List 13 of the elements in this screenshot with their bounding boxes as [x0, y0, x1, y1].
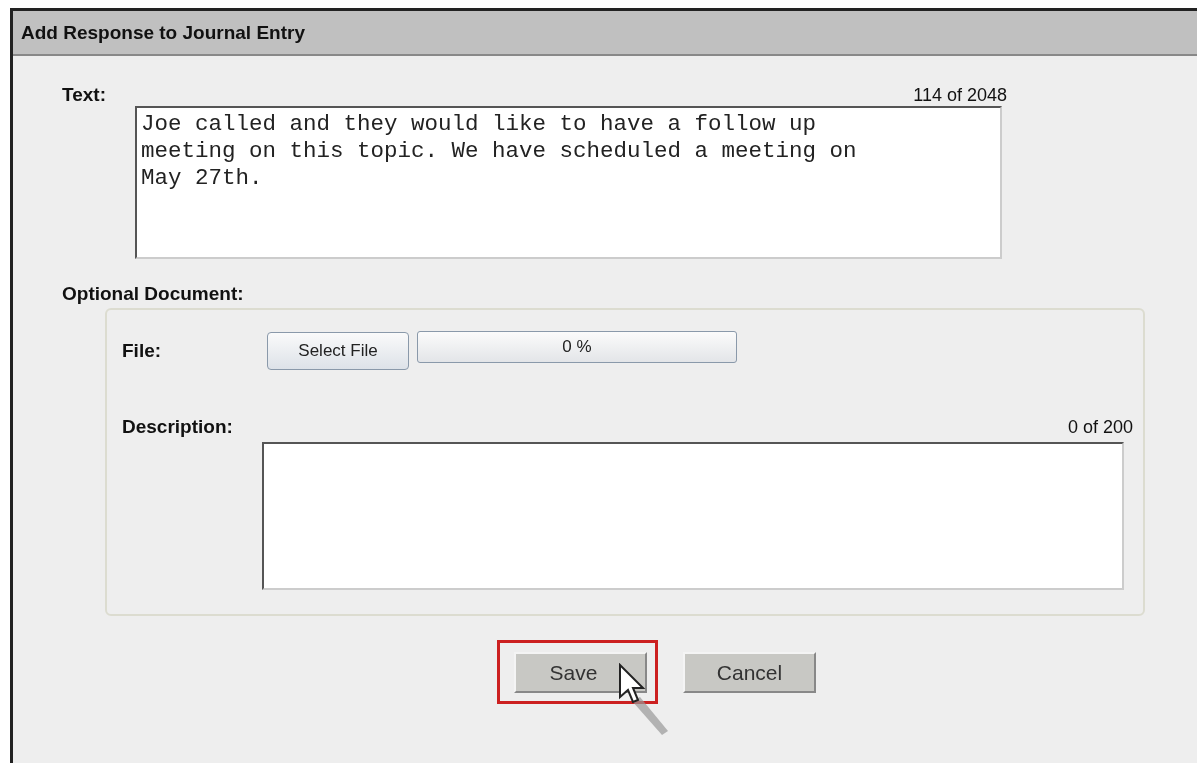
section-label: Optional Document:	[62, 283, 244, 304]
text-area[interactable]: Joe called and they would like to have a follow up meeting on this topic. We have scheduled a meeting on May 27th.	[135, 106, 1002, 259]
dialog-button[interactable]: Save	[514, 652, 647, 693]
field-label: Text:	[62, 84, 106, 106]
description-field[interactable]	[262, 442, 1124, 590]
progress-bar: 0 %	[417, 331, 737, 363]
dialog-button[interactable]: Cancel	[683, 652, 816, 693]
select-file-button[interactable]: Select File	[267, 332, 409, 370]
character-counter: 0 of 200	[1067, 417, 1133, 438]
field-label: Description:	[122, 416, 233, 438]
window-title: Add Response to Journal Entry	[13, 11, 1197, 56]
character-counter: 114 of 2048	[913, 85, 1007, 106]
field-label: File:	[122, 340, 163, 362]
